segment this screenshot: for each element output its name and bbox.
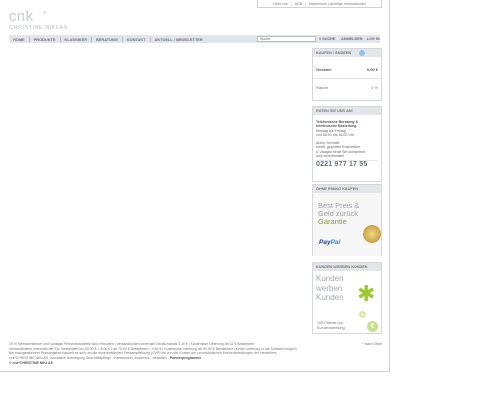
guarantee-banner[interactable]: Best Preis & Geld zurück Garantie PayPal: [313, 193, 381, 256]
guarantee-seal-icon: [363, 225, 381, 243]
euro-coin-icon: €: [359, 311, 366, 318]
login-link[interactable]: LOG IN: [367, 37, 380, 41]
green-star-icon: ✱: [357, 281, 376, 306]
referral-subtext-line: 10€ Prämie pro: [317, 321, 343, 325]
referral-text: Kunden werben Kunden: [316, 274, 344, 303]
main-navigation: HOME PRODUKTE KLASSIKER BERATUNG KONTAKT…: [9, 35, 380, 43]
guarantee-line: Garantie: [318, 217, 347, 226]
copyright: © cnk*CHRISTINE NIKLAS: [9, 360, 53, 365]
cart-total-row: Gesamt: 0,00 €: [313, 67, 381, 79]
referral-banner[interactable]: Kunden werben Kunden ✱ € € 10€ Prämie pr…: [313, 271, 381, 334]
cart-discount-row: Rabatt 0 %: [313, 85, 381, 90]
referral-subtext-line: Kundenwerbung: [317, 325, 345, 330]
logo[interactable]: cnk * CHRISTINE NIKLAS: [9, 8, 68, 31]
cart-total-value: 0,00 €: [366, 67, 378, 72]
logo-star-icon: *: [43, 10, 47, 19]
toplink-separator: |: [290, 1, 292, 6]
paypal-pay: Pay: [319, 239, 331, 246]
toplink-agb[interactable]: AGB: [295, 2, 303, 6]
footer-line-text: cnk*CHRISTINE NIKLAS, Innovative Anferti…: [9, 356, 170, 361]
referral-line: Kunden: [316, 293, 344, 302]
nav-item-aktuell[interactable]: AKTUELL / NEWSLETTER: [151, 37, 207, 42]
register-link[interactable]: ANMELDEN: [341, 37, 363, 41]
risk-free-heading: OHNE RISIKO KAUFEN: [313, 185, 381, 193]
risk-free-box: OHNE RISIKO KAUFEN Best Preis & Geld zur…: [312, 184, 382, 256]
cart-box: KAUFEN / ÄNDERN Gesamt: 0,00 € Rabatt 0 …: [312, 48, 382, 101]
paypal-pal: Pal: [330, 239, 341, 246]
logo-wordmark: cnk: [9, 8, 34, 25]
advice-box: RATEN SIE UNS AN! Telefonische Beratung …: [312, 106, 382, 182]
referral-line: Kunden: [316, 274, 344, 283]
partner-link[interactable]: Partnerprogramme: [170, 356, 202, 360]
nav-item-produkte[interactable]: PRODUKTE: [30, 36, 61, 42]
advice-heading: RATEN SIE UNS AN!: [313, 107, 381, 115]
nav-item-klassiker[interactable]: KLASSIKER: [61, 36, 93, 42]
advice-line: und unverbindlich: [316, 154, 345, 159]
toplink-impressum[interactable]: Impressum | wichtige Informationen: [309, 2, 366, 6]
nav-item-beratung[interactable]: BERATUNG: [92, 36, 123, 42]
toplink-about[interactable]: Über cnk: [273, 2, 287, 6]
account-links: ANMELDEN LOG IN: [341, 36, 383, 42]
page: cnk * CHRISTINE NIKLAS Über cnk | AGB | …: [0, 0, 390, 372]
referral-line: werben: [316, 283, 343, 293]
advice-phone-number[interactable]: 0221 977 17 55: [316, 160, 378, 168]
paypal-logo: PayPal: [319, 239, 340, 246]
guarantee-text: Best Preis & Geld zurück Garantie: [318, 202, 359, 226]
nav-item-kontakt[interactable]: KONTAKT: [123, 36, 151, 42]
referral-heading: KUNDEN WERBEN KUNDEN: [313, 263, 381, 271]
cart-discount-label: Rabatt: [316, 85, 328, 90]
top-links: Über cnk | AGB | Impressum | wichtige In…: [257, 0, 382, 8]
cart-heading-label: KAUFEN / ÄNDERN: [316, 51, 352, 55]
cart-heading[interactable]: KAUFEN / ÄNDERN: [313, 49, 381, 57]
nav-item-home[interactable]: HOME: [9, 36, 30, 42]
search-input[interactable]: Suche: [257, 36, 316, 42]
search-button[interactable]: // SUCHE: [319, 36, 335, 42]
toplink-separator: |: [305, 1, 307, 6]
cart-icon[interactable]: [359, 50, 365, 56]
footer: 19 % Mehrwertsteuer und sonstige Preisbe…: [9, 342, 380, 366]
euro-coin-icon: €: [367, 321, 378, 332]
referral-subtext: 10€ Prämie pro Kundenwerbung: [317, 321, 345, 330]
cart-discount-value: 0 %: [371, 85, 378, 90]
logo-subtitle: CHRISTINE NIKLAS: [9, 25, 68, 31]
cart-total-label: Gesamt:: [316, 67, 333, 72]
referral-box: KUNDEN WERBEN KUNDEN Kunden werben Kunde…: [312, 262, 382, 334]
advice-body: Telefonische Beratung & telefonische Bes…: [313, 115, 381, 168]
back-to-top-link[interactable]: ^ Nach Oben: [362, 342, 382, 346]
